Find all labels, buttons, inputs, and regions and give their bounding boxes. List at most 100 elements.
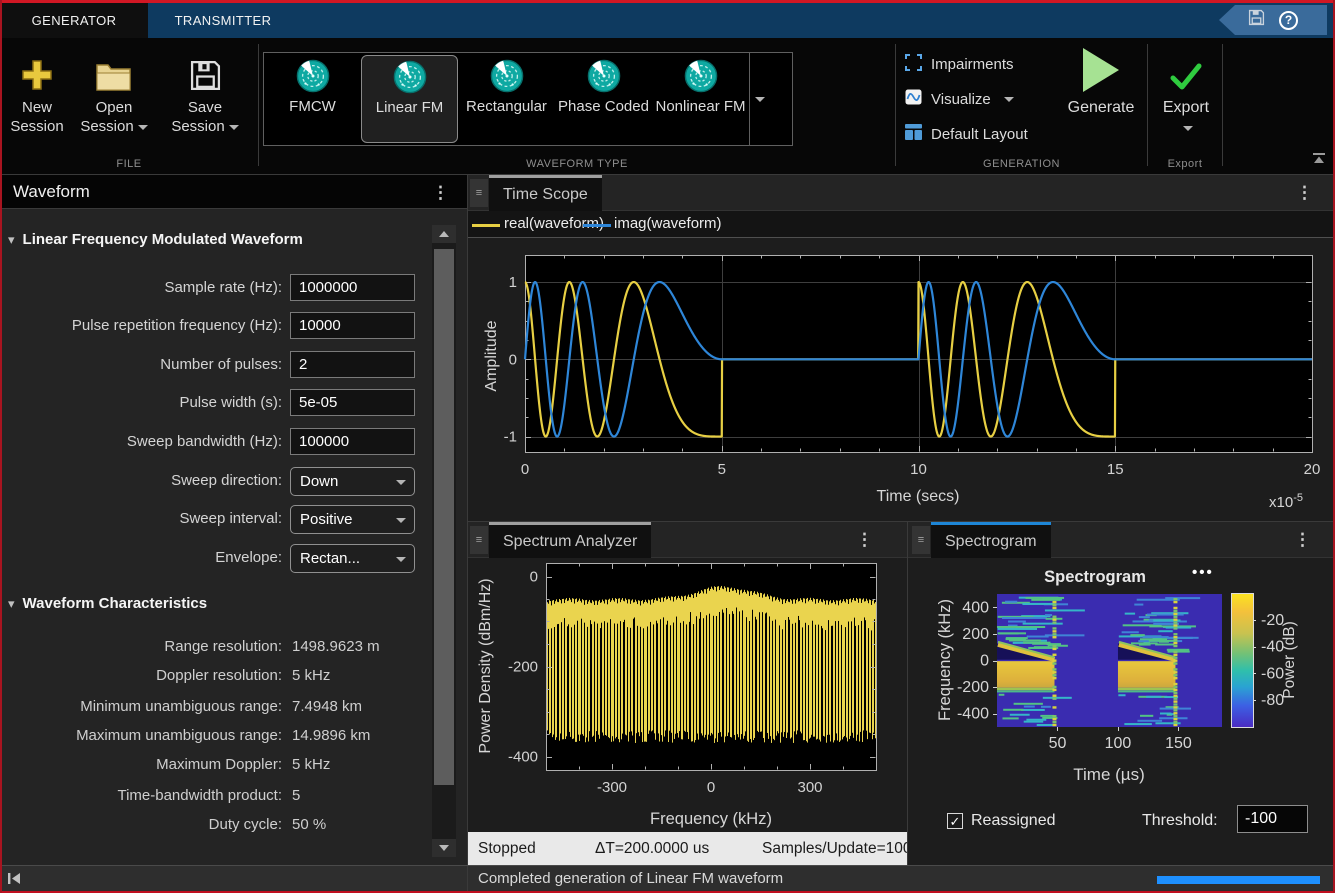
field-row-envelope: Envelope: Rectan...: [0, 544, 432, 574]
visualize-label: Visualize: [931, 91, 991, 108]
waveform-type-phase-coded[interactable]: Phase Coded: [555, 55, 652, 143]
scroll-up-button[interactable]: [432, 225, 456, 243]
envelope-select[interactable]: Rectan...: [290, 544, 415, 573]
sample-rate-input[interactable]: [290, 274, 415, 301]
generate-label: Generate: [1055, 98, 1147, 117]
field-label: Sample rate (Hz):: [10, 274, 282, 301]
field-row-sweep-bandwidth: Sweep bandwidth (Hz):: [0, 428, 432, 458]
spectrum-analyzer-menu-icon[interactable]: ⋮: [856, 522, 873, 558]
time-scope-canvas: [468, 238, 1335, 520]
waveform-panel-header: Waveform ⋮: [0, 175, 467, 209]
scroll-down-button[interactable]: [432, 839, 456, 857]
field-label: Sweep interval:: [10, 505, 282, 532]
gallery-dropdown-button[interactable]: [749, 53, 769, 145]
waveform-type-group-label: WAVEFORM TYPE: [259, 158, 895, 170]
impairments-icon: [905, 54, 922, 75]
select-caret-icon: [396, 557, 406, 562]
default-layout-label: Default Layout: [931, 126, 1028, 143]
reassigned-checkbox[interactable]: ✓: [947, 813, 963, 829]
export-button[interactable]: Export: [1150, 48, 1222, 136]
save-icon[interactable]: [1248, 9, 1265, 31]
pulse-width-input[interactable]: [290, 389, 415, 416]
export-label: Export: [1150, 98, 1222, 117]
save-session-button[interactable]: SaveSession: [162, 48, 248, 136]
quick-access-toolbar: ?: [1219, 5, 1327, 35]
radar-icon: [296, 80, 330, 97]
time-scope-tab[interactable]: Time Scope: [489, 175, 602, 211]
scrollbar-thumb[interactable]: [434, 249, 454, 785]
spectrum-status-samples: Samples/Update=100: [762, 832, 907, 865]
waveform-panel-menu-icon[interactable]: ⋮: [432, 175, 449, 211]
save-floppy-icon: [162, 48, 248, 92]
prf-input[interactable]: [290, 312, 415, 339]
field-row-sample-rate: Sample rate (Hz):: [0, 274, 432, 304]
drag-grip-icon[interactable]: ≡: [912, 526, 930, 554]
waveform-type-fmcw[interactable]: FMCW: [264, 55, 361, 143]
waveform-panel: Waveform ⋮ ▾Linear Frequency Modulated W…: [0, 175, 467, 865]
waveform-type-nonlinear-fm[interactable]: Nonlinear FM: [652, 55, 749, 143]
field-row-sweep-direction: Sweep direction: Down: [0, 467, 432, 497]
spectrogram-menu-icon[interactable]: ⋮: [1294, 522, 1311, 558]
reassigned-label: Reassigned: [971, 812, 1056, 830]
impairments-toggle[interactable]: Impairments: [905, 52, 1014, 76]
field-row-prf: Pulse repetition frequency (Hz):: [0, 312, 432, 342]
sweep-interval-select[interactable]: Positive: [290, 505, 415, 534]
sweep-direction-select[interactable]: Down: [290, 467, 415, 496]
spectrum-status-delta-t: ΔT=200.0000 us: [595, 832, 709, 865]
default-layout-button[interactable]: Default Layout: [905, 122, 1028, 146]
drag-grip-icon[interactable]: ≡: [470, 526, 488, 554]
field-label: Envelope:: [10, 544, 282, 571]
time-scope-menu-icon[interactable]: ⋮: [1296, 175, 1313, 211]
export-caret-icon: [1183, 126, 1193, 131]
sweep-bandwidth-input[interactable]: [290, 428, 415, 455]
num-pulses-input[interactable]: [290, 351, 415, 378]
default-layout-icon: [905, 124, 922, 144]
legend-label-imag: imag(waveform): [614, 215, 722, 232]
threshold-input[interactable]: [1237, 805, 1308, 833]
field-row-sweep-interval: Sweep interval: Positive: [0, 505, 432, 535]
export-group-label: Export: [1148, 158, 1222, 170]
radar-icon: [684, 80, 718, 97]
waveform-type-linear-fm[interactable]: Linear FM: [361, 55, 458, 143]
new-session-button[interactable]: NewSession: [6, 48, 68, 136]
save-session-caret-icon: [229, 125, 239, 130]
file-group-label: FILE: [0, 158, 258, 170]
generate-button[interactable]: Generate: [1055, 48, 1147, 117]
section-waveform-characteristics[interactable]: ▾Waveform Characteristics: [8, 595, 428, 612]
status-message: Completed generation of Linear FM wavefo…: [478, 870, 783, 887]
help-icon[interactable]: ?: [1279, 11, 1298, 30]
main-area: Waveform ⋮ ▾Linear Frequency Modulated W…: [0, 175, 1335, 865]
spectrum-analyzer-tab[interactable]: Spectrum Analyzer: [489, 522, 651, 558]
spectrogram-tab[interactable]: Spectrogram: [931, 522, 1051, 558]
titlebar: GENERATOR TRANSMITTER ?: [0, 0, 1335, 38]
spectrum-analyzer-tabbar: ≡ Spectrum Analyzer ⋮: [468, 522, 907, 558]
field-label: Pulse width (s):: [10, 389, 282, 416]
spectrogram-ylabel: Frequency (kHz): [936, 580, 954, 740]
waveform-type-label: Linear FM: [362, 99, 457, 117]
select-caret-icon: [396, 518, 406, 523]
tab-generator[interactable]: GENERATOR: [0, 3, 148, 38]
waveform-type-rectangular[interactable]: Rectangular: [458, 55, 555, 143]
waveform-panel-title: Waveform: [13, 182, 90, 201]
ribbon: NewSession OpenSession SaveSession FILE …: [0, 38, 1335, 175]
save-session-label: Save: [188, 99, 222, 116]
time-scope-legend: real(waveform) imag(waveform): [468, 211, 1335, 238]
section-lfm-waveform[interactable]: ▾Linear Frequency Modulated Waveform: [8, 231, 428, 248]
tab-transmitter[interactable]: TRANSMITTER: [148, 3, 298, 38]
collapse-panel-icon[interactable]: [7, 872, 22, 890]
time-scope-panel: ≡ Time Scope ⋮ real(waveform) imag(wavef…: [468, 175, 1335, 520]
scrollbar[interactable]: [432, 225, 456, 857]
time-scope-ylabel: Amplitude: [483, 296, 501, 416]
drag-grip-icon[interactable]: ≡: [470, 179, 488, 207]
waveform-type-label: FMCW: [264, 98, 361, 116]
new-session-label: New: [22, 99, 52, 116]
export-check-icon: [1150, 48, 1222, 92]
waveform-type-gallery: FMCW Linear FM Rectangular Phase Coded N…: [263, 52, 793, 146]
collapse-ribbon-button[interactable]: [1311, 152, 1327, 170]
gallery-caret-icon: [755, 97, 765, 102]
spectrum-status-strip: Stopped ΔT=200.0000 us Samples/Update=10…: [468, 832, 907, 865]
spectrum-analyzer-panel: ≡ Spectrum Analyzer ⋮ Power Density (dBm…: [468, 522, 907, 865]
colorbar-label: Power (dB): [1281, 605, 1297, 715]
open-session-button[interactable]: OpenSession: [74, 48, 154, 136]
visualize-toggle[interactable]: Visualize: [905, 87, 1014, 111]
